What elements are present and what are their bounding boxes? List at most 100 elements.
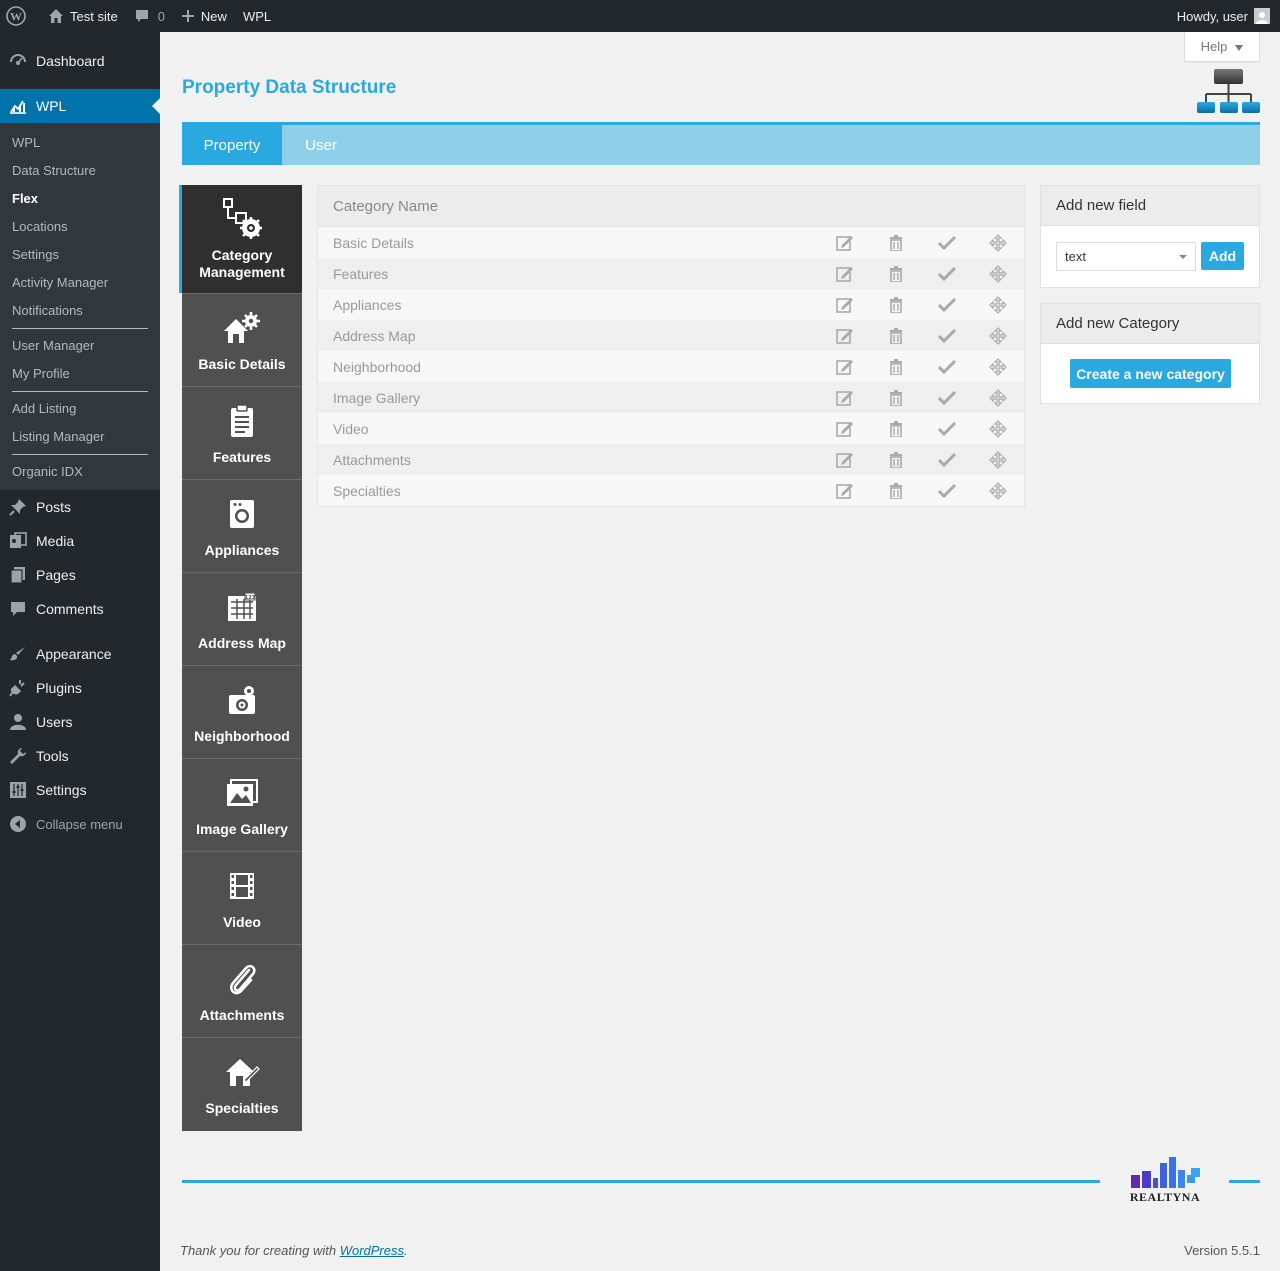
submenu-item-listing-manager[interactable]: Listing Manager [0,423,160,451]
submenu-item-my-profile[interactable]: My Profile [0,360,160,388]
move-icon[interactable] [972,481,1024,500]
submenu-item-activity-manager[interactable]: Activity Manager [0,269,160,297]
sidebar-item-plugins[interactable]: Plugins [0,671,160,705]
tab-property[interactable]: Property [182,125,282,165]
category-item-specialties[interactable]: Specialties [182,1038,302,1131]
field-type-select[interactable]: text [1056,242,1196,271]
check-icon[interactable] [921,359,972,374]
submenu-item-data-structure[interactable]: Data Structure [0,157,160,185]
edit-icon[interactable] [819,235,870,251]
check-icon[interactable] [921,266,972,281]
move-icon[interactable] [972,326,1024,345]
sidebar-item-wpl[interactable]: WPL [0,89,160,123]
check-icon[interactable] [921,483,972,498]
sidebar-item-pages[interactable]: Pages [0,558,160,592]
sidebar-label-wpl: WPL [36,98,67,114]
move-icon[interactable] [972,295,1024,314]
sidebar-item-users[interactable]: Users [0,705,160,739]
help-tab-button[interactable]: Help [1184,32,1260,62]
submenu-item-organic-idx[interactable]: Organic IDX [0,458,160,486]
svg-text:W: W [10,10,22,24]
category-label: Image Gallery [196,821,288,837]
trash-icon[interactable] [870,482,921,499]
trash-icon[interactable] [870,327,921,344]
wordpress-logo-button[interactable]: W [0,0,34,32]
admin-bar: W Test site 0 New WPL Howdy, user [0,0,1280,32]
check-icon[interactable] [921,421,972,436]
sidebar-item-tools[interactable]: Tools [0,739,160,773]
category-item-address-map[interactable]: 123 Address Map [182,573,302,666]
submenu-item-wpl[interactable]: WPL [0,129,160,157]
new-content-button[interactable]: New [173,0,235,32]
move-icon[interactable] [972,388,1024,407]
category-item-features[interactable]: Features [182,387,302,480]
comments-link[interactable]: 0 [126,0,173,32]
check-icon[interactable] [921,328,972,343]
submenu-item-user-manager[interactable]: User Manager [0,332,160,360]
submenu-item-notifications[interactable]: Notifications [0,297,160,325]
check-icon[interactable] [921,297,972,312]
collapse-arrow-icon [8,815,28,833]
howdy-label: Howdy, user [1176,8,1248,24]
wpl-adminbar-label: WPL [242,8,272,24]
edit-icon[interactable] [819,328,870,344]
move-icon[interactable] [972,450,1024,469]
tab-user[interactable]: User [282,125,360,165]
site-name-link[interactable]: Test site [40,0,126,32]
check-icon[interactable] [921,390,972,405]
category-label: Attachments [199,1007,285,1023]
dashboard-icon [8,52,28,70]
category-item-basic-details[interactable]: Basic Details [182,294,302,387]
submenu-item-add-listing[interactable]: Add Listing [0,395,160,423]
sidebar-item-dashboard[interactable]: Dashboard [0,44,160,78]
edit-icon[interactable] [819,297,870,313]
wpl-adminbar-link[interactable]: WPL [235,0,279,32]
submenu-item-locations[interactable]: Locations [0,213,160,241]
panel-title: Add new field [1041,186,1259,226]
check-icon[interactable] [921,235,972,250]
category-name-cell: Attachments [333,451,411,468]
edit-icon[interactable] [819,452,870,468]
edit-icon[interactable] [819,483,870,499]
category-item-category-management[interactable]: Category Management [179,185,302,294]
sidebar-item-appearance[interactable]: Appearance [0,637,160,671]
check-icon[interactable] [921,452,972,467]
category-item-neighborhood[interactable]: Neighborhood [182,666,302,759]
category-item-image-gallery[interactable]: Image Gallery [182,759,302,852]
trash-icon[interactable] [870,451,921,468]
trash-icon[interactable] [870,420,921,437]
category-item-video[interactable]: Video [182,852,302,945]
trash-icon[interactable] [870,389,921,406]
submenu-item-settings[interactable]: Settings [0,241,160,269]
move-icon[interactable] [972,233,1024,252]
submenu-item-flex[interactable]: Flex [0,185,160,213]
collapse-menu-label: Collapse menu [36,816,123,832]
edit-icon[interactable] [819,266,870,282]
plug-icon [8,679,28,697]
collapse-menu-button[interactable]: Collapse menu [0,807,160,841]
move-icon[interactable] [972,264,1024,283]
sidebar-item-media[interactable]: Media [0,524,160,558]
move-icon[interactable] [972,357,1024,376]
edit-icon[interactable] [819,359,870,375]
edit-icon[interactable] [819,390,870,406]
trash-icon[interactable] [870,296,921,313]
add-field-button[interactable]: Add [1201,242,1244,270]
category-item-attachments[interactable]: Attachments [182,945,302,1038]
wordpress-link[interactable]: WordPress [340,1243,404,1258]
create-category-button[interactable]: Create a new category [1070,359,1231,388]
table-row: Image Gallery [318,382,1024,413]
image-gallery-icon [222,773,262,813]
category-item-appliances[interactable]: Appliances [182,480,302,573]
media-icon [8,532,28,550]
trash-icon[interactable] [870,358,921,375]
trash-icon[interactable] [870,234,921,251]
sidebar-item-settings[interactable]: Settings [0,773,160,807]
account-menu[interactable]: Howdy, user [1177,8,1280,24]
edit-icon[interactable] [819,421,870,437]
category-name-cell: Specialties [333,482,401,499]
sidebar-item-comments[interactable]: Comments [0,592,160,626]
sidebar-item-posts[interactable]: Posts [0,490,160,524]
move-icon[interactable] [972,419,1024,438]
trash-icon[interactable] [870,265,921,282]
